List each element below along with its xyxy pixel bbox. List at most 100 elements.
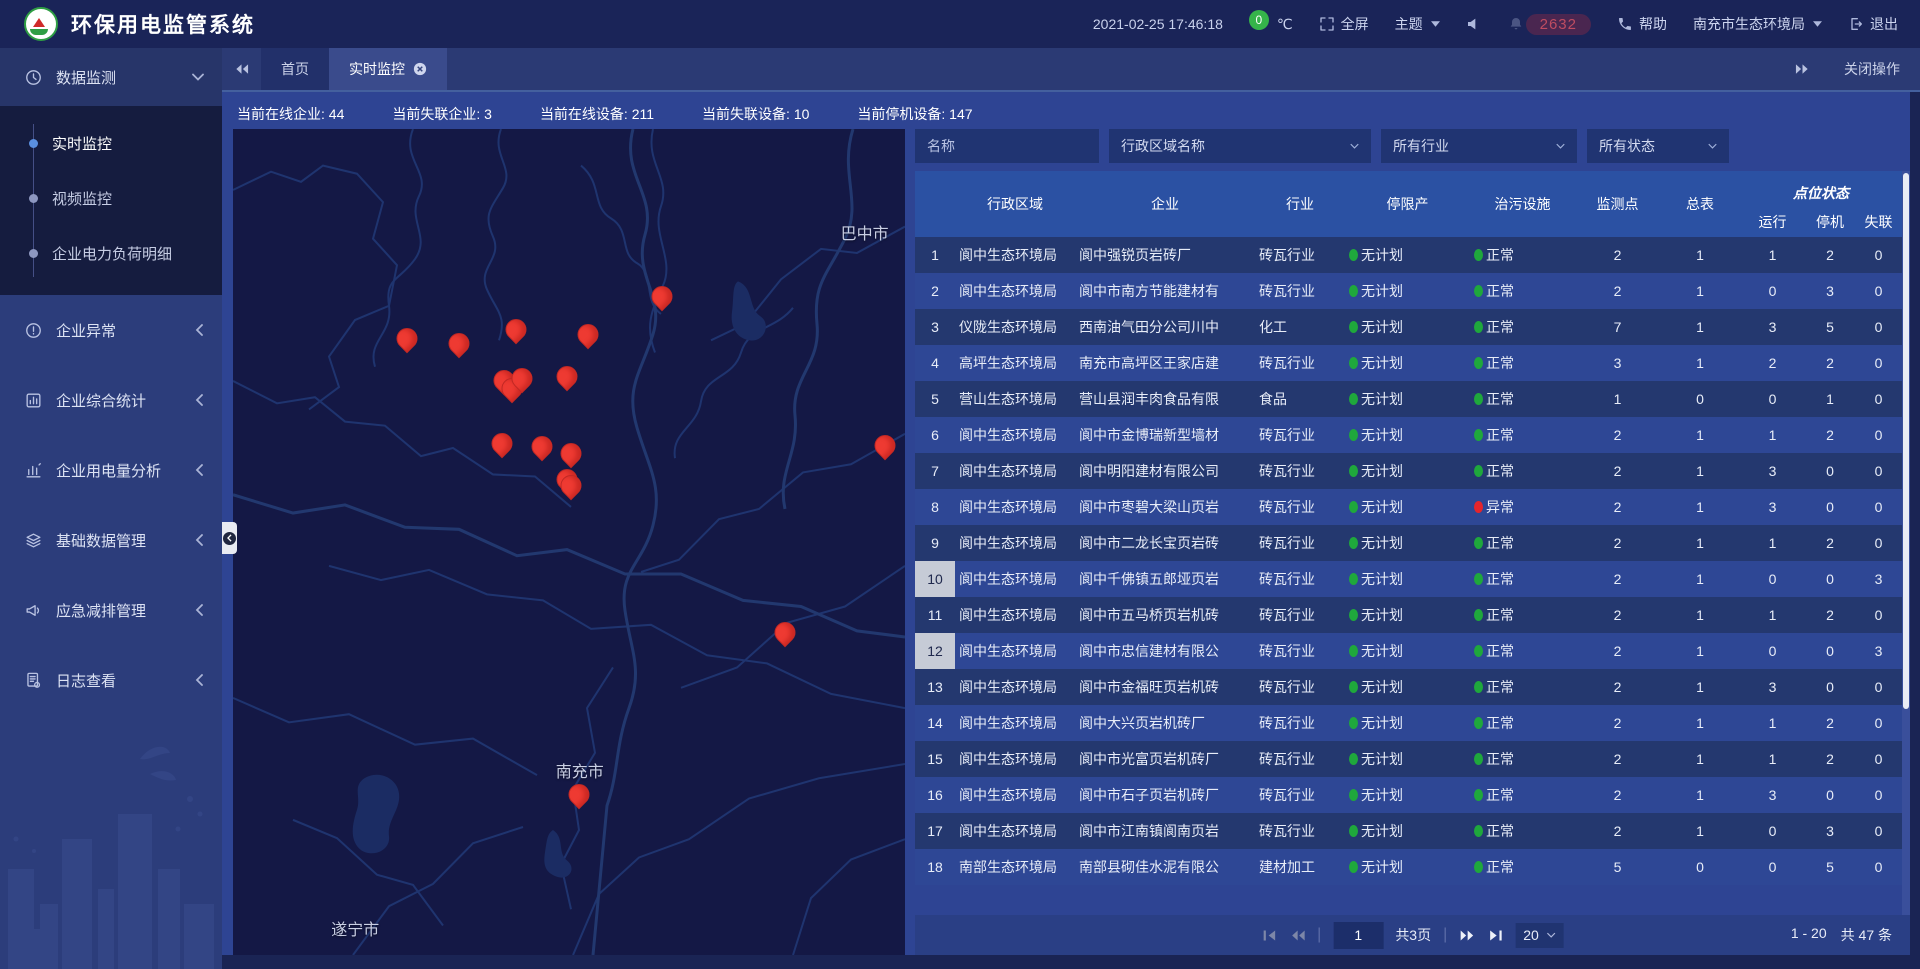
table-row[interactable]: 4高坪生态环境局南充市高坪区王家店建砖瓦行业无计划正常31220 [915,345,1902,381]
cell-company[interactable]: 阆中市五马桥页岩机砖 [1075,597,1255,633]
cell-points: 2 [1575,597,1660,633]
status-dot-green [1474,465,1483,477]
pagination-summary: 1 - 20 共 47 条 [1791,925,1910,945]
prev-page-button[interactable] [1289,929,1305,942]
region-select[interactable]: 行政区域名称 [1109,129,1371,163]
table-row[interactable]: 15阆中生态环境局阆中市光富页岩机砖厂砖瓦行业无计划正常21120 [915,741,1902,777]
cell-company[interactable]: 南充市高坪区王家店建 [1075,345,1255,381]
cell-industry: 砖瓦行业 [1255,273,1345,309]
map-panel[interactable]: 巴中市南充市遂宁市 [233,129,905,955]
cell-limit: 无计划 [1345,813,1470,849]
sidebar-subitem-1[interactable]: 视频监控 [0,171,222,226]
scrollbar-thumb[interactable] [1903,173,1909,709]
table-row[interactable]: 12阆中生态环境局阆中市忠信建材有限公砖瓦行业无计划正常21003 [915,633,1902,669]
table-scrollbar[interactable] [1902,171,1910,915]
cell-lost: 0 [1855,777,1902,813]
table-row[interactable]: 2阆中生态环境局阆中市南方节能建材有砖瓦行业无计划正常21030 [915,273,1902,309]
table-row[interactable]: 7阆中生态环境局阆中明阳建材有限公司砖瓦行业无计划正常21300 [915,453,1902,489]
table-row[interactable]: 5营山生态环境局营山县润丰肉食品有限食品无计划正常10010 [915,381,1902,417]
cell-company[interactable]: 南部县砌佳水泥有限公 [1075,849,1255,885]
table-row[interactable]: 13阆中生态环境局阆中市金福旺页岩机砖砖瓦行业无计划正常21300 [915,669,1902,705]
table-row[interactable]: 17阆中生态环境局阆中市江南镇阆南页岩砖瓦行业无计划正常21030 [915,813,1902,849]
status-dot-green [1349,285,1358,297]
cell-company[interactable]: 阆中市二龙长宝页岩砖 [1075,525,1255,561]
sidebar-item-2[interactable]: 企业综合统计 [0,365,222,435]
map-city-label: 南充市 [556,758,604,782]
table-row[interactable]: 6阆中生态环境局阆中市金博瑞新型墙材砖瓦行业无计划正常21120 [915,417,1902,453]
chevron-down-icon [1813,21,1822,27]
table-row[interactable]: 16阆中生态环境局阆中市石子页岩机砖厂砖瓦行业无计划正常21300 [915,777,1902,813]
next-page-button[interactable] [1459,929,1475,942]
table-row[interactable]: 11阆中生态环境局阆中市五马桥页岩机砖砖瓦行业无计划正常21120 [915,597,1902,633]
industry-select[interactable]: 所有行业 [1381,129,1577,163]
cell-company[interactable]: 西南油气田分公司川中 [1075,309,1255,345]
cell-company[interactable]: 阆中强锐页岩砖厂 [1075,237,1255,273]
close-operations-button[interactable]: 关闭操作 [1844,59,1900,79]
cell-region: 阆中生态环境局 [955,741,1075,777]
cell-company[interactable]: 阆中市金福旺页岩机砖 [1075,669,1255,705]
name-search-input[interactable] [915,129,1099,163]
cell-company[interactable]: 营山县润丰肉食品有限 [1075,381,1255,417]
cell-company[interactable]: 阆中市江南镇阆南页岩 [1075,813,1255,849]
cell-company[interactable]: 阆中大兴页岩机砖厂 [1075,705,1255,741]
status-dot-green [1349,249,1358,261]
sidebar-item-0[interactable]: 数据监测 [0,48,222,106]
status-dot-green [1474,861,1483,873]
cell-company[interactable]: 阆中市光富页岩机砖厂 [1075,741,1255,777]
cell-company[interactable]: 阆中明阳建材有限公司 [1075,453,1255,489]
sidebar-collapse-handle[interactable] [222,522,237,554]
table-row[interactable]: 8阆中生态环境局阆中市枣碧大梁山页岩砖瓦行业无计划异常21300 [915,489,1902,525]
table-row[interactable]: 3仪陇生态环境局西南油气田分公司川中化工无计划正常71350 [915,309,1902,345]
status-dot-green [1474,573,1483,585]
mute-button[interactable] [1466,16,1482,32]
help-button[interactable]: 帮助 [1617,14,1667,34]
phone-icon [1617,16,1633,32]
col-stop: 停机 [1805,207,1855,237]
table-row[interactable]: 1阆中生态环境局阆中强锐页岩砖厂砖瓦行业无计划正常21120 [915,237,1902,273]
cell-company[interactable]: 阆中市南方节能建材有 [1075,273,1255,309]
map-city-label: 巴中市 [841,220,889,244]
cell-facility: 正常 [1470,777,1575,813]
table-row[interactable]: 14阆中生态环境局阆中大兴页岩机砖厂砖瓦行业无计划正常21120 [915,705,1902,741]
theme-dropdown[interactable]: 主题 [1395,14,1440,34]
cell-run: 1 [1740,417,1805,453]
cell-company[interactable]: 阆中千佛镇五郎垭页岩 [1075,561,1255,597]
cell-company[interactable]: 阆中市枣碧大梁山页岩 [1075,489,1255,525]
sidebar-item-5[interactable]: 应急减排管理 [0,575,222,645]
tab-home[interactable]: 首页 [261,48,329,90]
datetime: 2021-02-25 17:46:18 [1093,16,1223,32]
table-row[interactable]: 10阆中生态环境局阆中千佛镇五郎垭页岩砖瓦行业无计划正常21003 [915,561,1902,597]
cell-company[interactable]: 阆中市金博瑞新型墙材 [1075,417,1255,453]
sidebar-subitem-0[interactable]: 实时监控 [0,116,222,171]
fullscreen-button[interactable]: 全屏 [1319,14,1369,34]
speaker-icon [1466,16,1482,32]
cell-company[interactable]: 阆中市石子页岩机砖厂 [1075,777,1255,813]
page-size-select[interactable]: 20 [1515,923,1564,948]
cell-company[interactable]: 阆中市忠信建材有限公 [1075,633,1255,669]
page-number-input[interactable] [1333,922,1383,949]
first-page-button[interactable] [1261,929,1277,942]
cell-meter: 1 [1660,741,1740,777]
cell-run: 3 [1740,453,1805,489]
cell-run: 0 [1740,381,1805,417]
logout-button[interactable]: 退出 [1848,14,1898,34]
status-select[interactable]: 所有状态 [1587,129,1729,163]
sidebar-item-4[interactable]: 基础数据管理 [0,505,222,575]
last-page-button[interactable] [1487,929,1503,942]
tabs-scroll-right-button[interactable] [1783,63,1822,75]
sidebar-item-3[interactable]: 企业用电量分析 [0,435,222,505]
status-dot-red [1474,501,1483,513]
table-row[interactable]: 9阆中生态环境局阆中市二龙长宝页岩砖砖瓦行业无计划正常21120 [915,525,1902,561]
sidebar-subitem-2[interactable]: 企业电力负荷明细 [0,226,222,281]
cell-meter: 1 [1660,453,1740,489]
sidebar-item-1[interactable]: 企业异常 [0,295,222,365]
bullet-dot-icon [29,249,38,258]
org-dropdown[interactable]: 南充市生态环境局 [1693,14,1822,34]
sidebar-item-6[interactable]: 日志查看 [0,645,222,715]
tab-realtime-monitor[interactable]: 实时监控 [329,48,447,90]
table-row[interactable]: 18南部生态环境局南部县砌佳水泥有限公建材加工无计划正常50050 [915,849,1902,885]
tabs-scroll-left-button[interactable] [222,63,261,75]
close-tab-icon[interactable] [413,62,427,76]
notification-area[interactable]: 2632 [1508,14,1591,35]
cell-stop: 2 [1805,741,1855,777]
